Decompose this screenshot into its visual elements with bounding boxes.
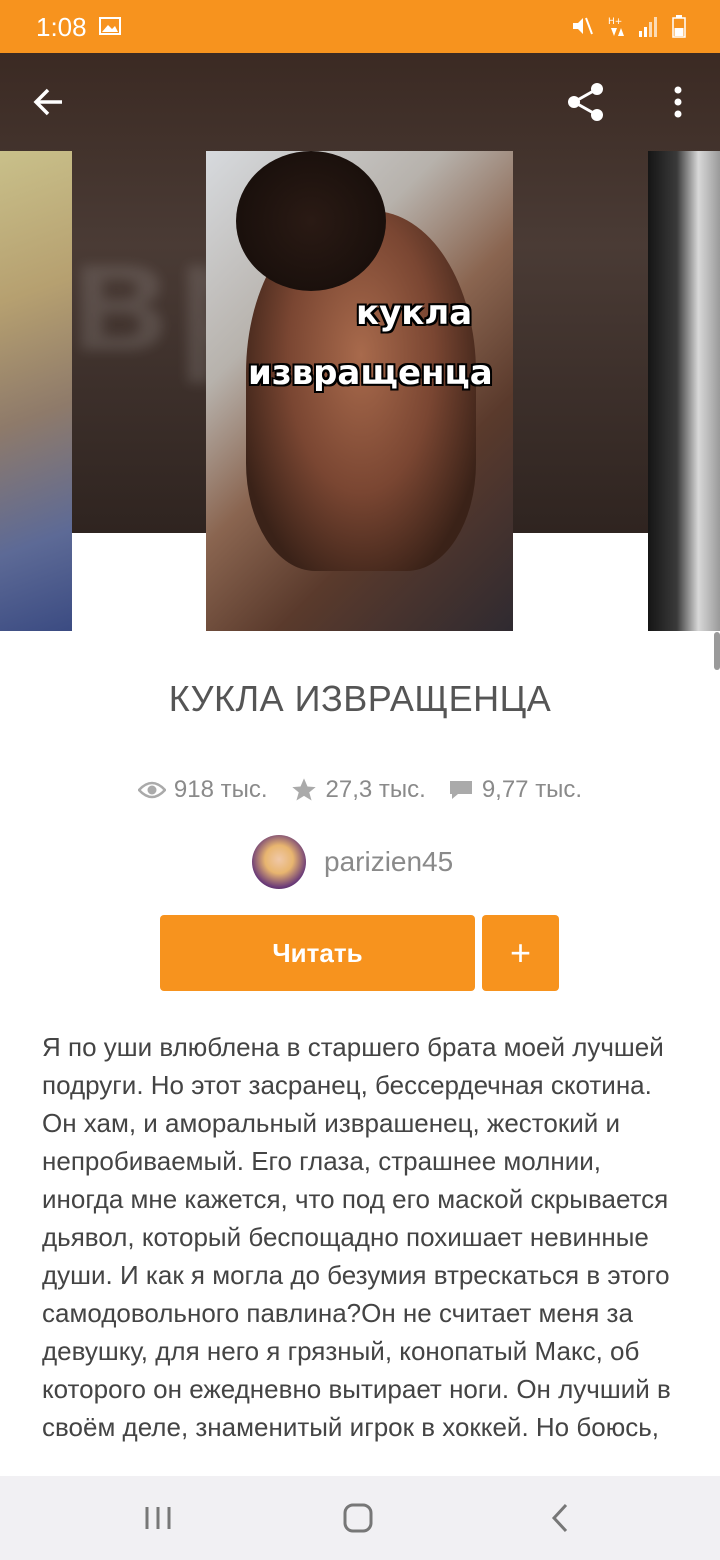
home-icon (343, 1503, 373, 1533)
stars-count: 27,3 тыс. (325, 776, 426, 803)
battery-icon (672, 15, 686, 38)
read-button[interactable]: Читать (160, 915, 475, 991)
cover-previous[interactable] (0, 151, 72, 631)
mute-icon (573, 17, 593, 35)
stat-stars: 27,3 тыс. (290, 776, 426, 804)
book-title: КУКЛА ИЗВРАЩЕНЦА (168, 678, 552, 719)
navigation-bar (0, 1476, 720, 1560)
home-button[interactable] (326, 1490, 390, 1546)
more-button[interactable] (646, 70, 710, 134)
cover-hair (236, 151, 386, 291)
more-vertical-icon (674, 86, 682, 118)
comments-count: 9,77 тыс. (481, 776, 583, 803)
cover-current[interactable]: кукла извращенца (206, 151, 513, 631)
views-count: 918 тыс. (173, 776, 268, 803)
share-button[interactable] (554, 70, 618, 134)
avatar[interactable] (252, 835, 306, 889)
stat-views: 918 тыс. (137, 776, 268, 804)
eye-icon (137, 781, 166, 799)
recent-apps-button[interactable] (126, 1490, 190, 1546)
status-bar: 1:08 H+ (0, 0, 720, 53)
book-stats: 918 тыс. 27,3 тыс. 9,77 тыс. (0, 776, 720, 804)
back-arrow-icon (33, 88, 62, 116)
cover-next[interactable] (648, 151, 720, 631)
add-to-library-button[interactable]: + (482, 915, 559, 991)
author-name[interactable]: parizien45 (324, 846, 453, 878)
signal-icon (639, 17, 657, 37)
stat-comments: 9,77 тыс. (448, 776, 582, 804)
star-icon (291, 778, 316, 801)
scrollbar[interactable] (714, 632, 720, 670)
data-icon: H+ (608, 17, 624, 36)
recent-apps-icon (145, 1507, 171, 1529)
cover-title-line2: извращенца (248, 353, 493, 393)
image-icon (99, 17, 121, 35)
share-icon (568, 83, 603, 121)
status-time: 1:08 (36, 12, 87, 42)
system-back-button[interactable] (528, 1490, 592, 1546)
cover-title-line1: кукла (356, 293, 473, 333)
book-description: Я по уши влюблена в старшего брата моей … (42, 1032, 671, 1442)
back-button[interactable] (17, 70, 81, 134)
author-link[interactable]: parizien45 (252, 835, 453, 889)
svg-text:H+: H+ (608, 17, 622, 27)
back-icon (551, 1503, 568, 1533)
comment-icon (449, 781, 472, 799)
status-icons: H+ (570, 14, 686, 38)
